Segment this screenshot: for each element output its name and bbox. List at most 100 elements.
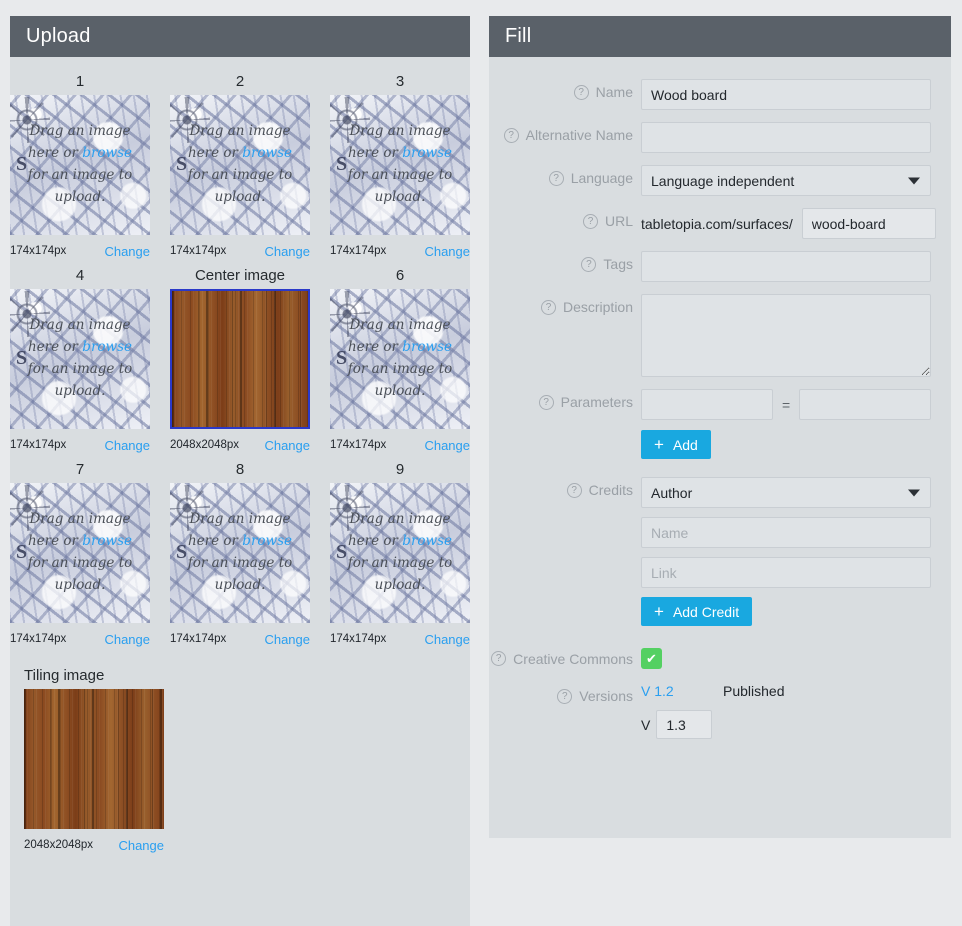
alternative-name-input[interactable] [641,122,931,153]
dropzone-text-after: for an image to upload. [27,167,133,205]
tags-input[interactable] [641,251,931,282]
thumbnail-size: 174x174px [170,245,227,257]
creative-commons-checkbox[interactable]: ✔ [641,648,662,669]
thumbnail-dropzone[interactable]: S Drag an image here or browse for an ima… [10,483,150,623]
tags-field-wrap [641,251,931,282]
thumbnail-grid: 1 S Drag an image here or browse for an im… [10,57,470,651]
help-icon[interactable]: ? [540,299,556,315]
thumbnail-change-link[interactable]: Change [104,438,150,453]
thumbnail-change-link[interactable]: Change [264,438,310,453]
thumbnail-change-link[interactable]: Change [104,632,150,647]
thumbnail-title: 7 [75,461,85,478]
help-icon[interactable]: ? [557,688,573,704]
upload-panel: Upload 1 S Drag an image here or browse fo… [10,16,470,926]
browse-link[interactable]: browse [82,339,132,355]
thumbnail-dropzone[interactable]: S Drag an image here or browse for an ima… [330,289,470,429]
add-parameter-button-label: Add [672,436,698,453]
dropzone-instruction-text: Drag an image here or browse for an imag… [170,95,310,235]
tiling-image-change-link[interactable]: Change [118,838,164,853]
thumbnail-meta: 174x174px Change [10,429,150,457]
dropzone-text-after: for an image to upload. [347,167,453,205]
field-row-creative-commons: ? Creative Commons ✔ [491,648,929,669]
add-credit-button-label: Add Credit [672,603,740,620]
browse-link[interactable]: browse [82,145,132,161]
field-row-description: ? Description [511,294,931,377]
thumbnail-title: 2 [235,73,245,90]
field-row-language: ? Language Language independent [511,165,931,196]
thumbnail-image-preview[interactable] [170,289,310,429]
thumbnail-change-link[interactable]: Change [424,438,470,453]
parameter-value-input[interactable] [799,389,932,420]
thumbnail-cell: 3 S Drag an image here or browse for an im… [330,69,470,263]
dropzone-instruction-text: Drag an image here or browse for an imag… [330,95,470,235]
upload-panel-header: Upload [10,16,470,57]
help-icon[interactable]: ? [548,170,564,186]
browse-link[interactable]: browse [242,533,292,549]
thumbnail-cell: 9 S Drag an image here or browse for an im… [330,457,470,651]
add-credit-button[interactable]: + Add Credit [641,597,753,626]
thumbnail-meta: 174x174px Change [10,623,150,651]
name-input[interactable] [641,79,931,110]
thumbnail-title: 1 [75,73,85,90]
help-icon[interactable]: ? [581,256,597,272]
description-textarea[interactable] [641,294,931,377]
alternative-name-label-group: ? Alternative Name [503,122,641,143]
help-icon[interactable]: ? [503,127,519,143]
thumbnail-cell: 4 S Drag an image here or browse for an im… [10,263,150,457]
version-new-input[interactable] [656,710,713,739]
parameters-label-group: ? Parameters [511,389,641,410]
version-published-status: Published [723,683,785,699]
credit-name-input[interactable] [641,517,931,548]
credits-type-select[interactable]: Author [641,477,931,508]
thumbnail-dropzone[interactable]: S Drag an image here or browse for an ima… [170,483,310,623]
thumbnail-change-link[interactable]: Change [264,244,310,259]
thumbnail-dropzone[interactable]: S Drag an image here or browse for an ima… [10,95,150,235]
dropzone-instruction-text: Drag an image here or browse for an imag… [330,289,470,429]
version-published-link[interactable]: V 1.2 [641,683,723,699]
help-icon[interactable]: ? [573,84,589,100]
creative-commons-field-wrap: ✔ [641,648,929,669]
browse-link[interactable]: browse [242,145,292,161]
browse-link[interactable]: browse [402,339,452,355]
help-icon[interactable]: ? [491,651,507,666]
thumbnail-dropzone[interactable]: S Drag an image here or browse for an ima… [170,95,310,235]
parameters-label: Parameters [560,394,633,410]
url-prefix-text: tabletopia.com/surfaces/ [641,215,793,232]
browse-link[interactable]: browse [82,533,132,549]
thumbnail-dropzone[interactable]: S Drag an image here or browse for an ima… [330,95,470,235]
credit-link-input[interactable] [641,557,931,588]
thumbnail-title: Center image [194,267,286,284]
chevron-down-icon [908,489,920,496]
browse-link[interactable]: browse [402,533,452,549]
app-root: Upload 1 S Drag an image here or browse fo… [0,0,962,926]
url-label-group: ? URL [511,208,641,229]
parameter-key-input[interactable] [641,389,773,420]
tiling-image-preview[interactable] [24,689,164,829]
thumbnail-change-link[interactable]: Change [264,632,310,647]
thumbnail-dropzone[interactable]: S Drag an image here or browse for an ima… [10,289,150,429]
thumbnail-change-link[interactable]: Change [104,244,150,259]
credits-label-group: ? Credits [511,477,641,498]
thumbnail-change-link[interactable]: Change [424,244,470,259]
versions-label: Versions [579,688,633,704]
thumbnail-size: 2048x2048px [170,439,240,451]
version-new-prefix: V [641,716,651,733]
language-select[interactable]: Language independent [641,165,931,196]
credits-label: Credits [588,482,633,498]
thumbnail-meta: 174x174px Change [330,623,470,651]
browse-link[interactable]: browse [402,145,452,161]
url-slug-input[interactable] [801,208,936,239]
name-field-wrap [641,79,931,110]
thumbnail-change-link[interactable]: Change [424,632,470,647]
description-label-group: ? Description [511,294,641,315]
url-field-wrap: tabletopia.com/surfaces/ [641,208,936,239]
fill-form: ? Name ? Alternative Name [489,57,951,769]
thumbnail-dropzone[interactable]: S Drag an image here or browse for an ima… [330,483,470,623]
help-icon[interactable]: ? [582,213,598,229]
add-parameter-button[interactable]: + Add [641,430,711,459]
thumbnail-cell: 1 S Drag an image here or browse for an im… [10,69,150,263]
plus-icon: + [654,435,664,454]
help-icon[interactable]: ? [538,394,554,410]
thumbnail-meta: 174x174px Change [170,235,310,263]
help-icon[interactable]: ? [566,482,582,498]
